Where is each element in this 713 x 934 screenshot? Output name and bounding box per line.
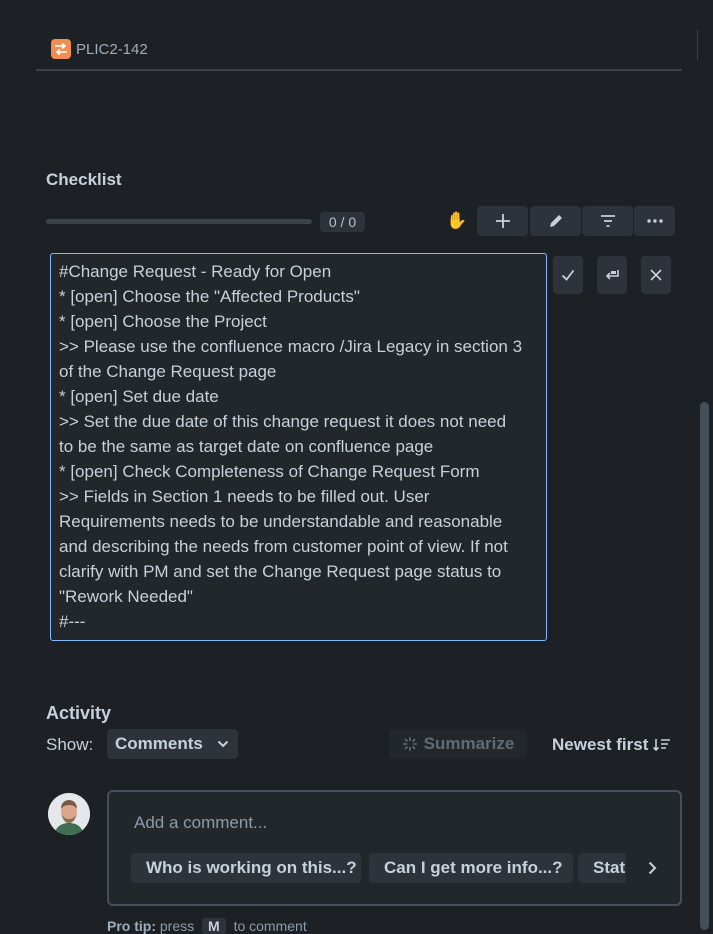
editor-line: * [open] Choose the "Affected Products": [59, 287, 360, 306]
close-icon: [650, 269, 662, 281]
editor-line: of the Change Request page: [59, 362, 277, 381]
editor-line: #---: [59, 612, 86, 631]
comment-input[interactable]: Add a comment...: [134, 813, 267, 833]
pro-tip: Pro tip: press M to comment: [107, 918, 307, 934]
editor-line: and describing the needs from customer p…: [59, 537, 508, 556]
activity-title: Activity: [46, 703, 112, 723]
summarize-label: Summarize: [423, 734, 515, 753]
add-item-button[interactable]: [477, 206, 528, 236]
chevron-right-icon[interactable]: [637, 853, 667, 883]
insert-template-button[interactable]: [597, 256, 627, 294]
quick-reply-chip-3[interactable]: Stat: [578, 853, 626, 883]
comment-box[interactable]: Add a comment... Who is working on this.…: [107, 790, 682, 906]
editor-line: "Rework Needed": [59, 587, 193, 606]
plus-icon: [495, 214, 510, 228]
sort-order-button[interactable]: Newest first: [552, 735, 671, 755]
avatar: [48, 793, 90, 835]
issue-key-link[interactable]: PLIC2-142: [76, 41, 148, 58]
editor-line: to be the same as target date on conflue…: [59, 437, 434, 456]
checklist-progress-bar: [46, 219, 312, 224]
pencil-icon: [549, 215, 562, 227]
scrollbar[interactable]: [700, 402, 709, 930]
more-icon: [646, 219, 663, 223]
editor-line: >> Set the due date of this change reque…: [59, 412, 507, 431]
filter-icon: [600, 215, 615, 227]
checklist-editor-textarea[interactable]: #Change Request - Ready for Open * [open]…: [50, 253, 547, 641]
chevron-down-icon: [217, 740, 229, 748]
show-filter-value: Comments: [115, 734, 203, 753]
cancel-edit-button[interactable]: [641, 256, 671, 294]
divider: [697, 30, 698, 60]
sort-descending-icon: [653, 739, 671, 752]
show-label: Show:: [46, 735, 94, 754]
raise-hand-icon[interactable]: ✋: [446, 211, 467, 231]
edit-checklist-button[interactable]: [530, 206, 581, 236]
filter-button[interactable]: [582, 206, 633, 236]
editor-line: >> Fields in Section 1 needs to be fille…: [59, 487, 430, 506]
show-filter-select[interactable]: Comments: [107, 729, 238, 759]
checklist-progress-count: 0 / 0: [320, 212, 365, 232]
more-options-button[interactable]: [634, 206, 675, 236]
save-checklist-button[interactable]: [553, 256, 583, 294]
quick-reply-chip-2[interactable]: Can I get more info...?: [369, 853, 573, 883]
editor-line: * [open] Choose the Project: [59, 312, 267, 331]
editor-line: clarify with PM and set the Change Reque…: [59, 562, 502, 581]
enter-icon: [605, 270, 619, 280]
keyboard-shortcut-key: M: [202, 918, 226, 934]
check-icon: [561, 269, 575, 281]
sort-order-label: Newest first: [552, 735, 649, 754]
quick-reply-chip-1[interactable]: Who is working on this...?: [131, 853, 361, 883]
editor-line: * [open] Check Completeness of Change Re…: [59, 462, 480, 481]
sparkle-icon: [402, 737, 417, 751]
editor-line: * [open] Set due date: [59, 387, 219, 406]
editor-line: Requirements needs to be understandable …: [59, 512, 503, 531]
pro-tip-suffix: to comment: [233, 918, 307, 934]
pro-tip-prefix: Pro tip:: [107, 918, 156, 934]
summarize-button[interactable]: Summarize: [389, 729, 527, 759]
editor-line: >> Please use the confluence macro /Jira…: [59, 337, 523, 356]
pro-tip-press: press: [159, 918, 195, 934]
editor-line: #Change Request - Ready for Open: [59, 262, 332, 281]
issue-type-icon: [51, 39, 71, 59]
checklist-title: Checklist: [46, 170, 122, 189]
header-divider: [36, 69, 682, 71]
